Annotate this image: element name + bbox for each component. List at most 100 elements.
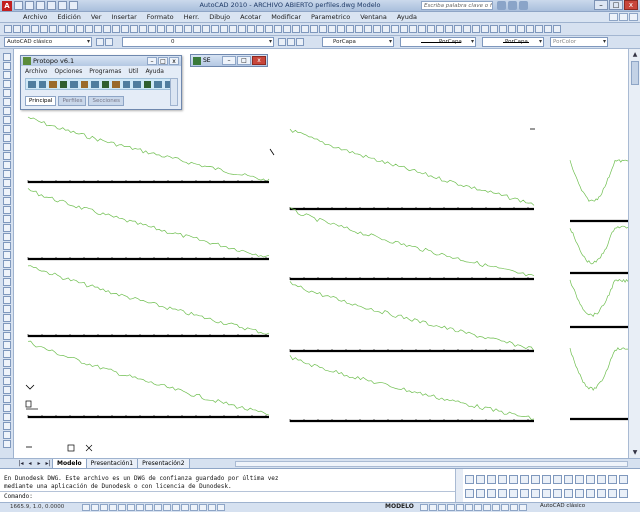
open-file-icon[interactable] [25, 1, 34, 10]
draw-tool-icon[interactable] [3, 431, 11, 439]
protopo-tool-icon[interactable] [91, 81, 99, 88]
command-window[interactable]: En Dunodesk DWG. Este archivo es un DWG … [0, 468, 640, 503]
status-tray-tool-icon[interactable] [597, 489, 606, 498]
menu-insertar[interactable]: Insertar [106, 13, 141, 21]
standard-tool-icon[interactable] [319, 25, 327, 33]
draw-tool-icon[interactable] [3, 323, 11, 331]
draw-tool-icon[interactable] [3, 224, 11, 232]
standard-tool-icon[interactable] [400, 25, 408, 33]
standard-tool-icon[interactable] [436, 25, 444, 33]
status-tray-tool-icon[interactable] [608, 489, 617, 498]
draw-tool-icon[interactable] [3, 152, 11, 160]
draw-tool-icon[interactable] [3, 215, 11, 223]
navigation-tool-icon[interactable] [519, 504, 527, 511]
draw-tool-icon[interactable] [3, 422, 11, 430]
status-tray-tool-icon[interactable] [509, 489, 518, 498]
status-tray-tool-icon[interactable] [564, 475, 573, 484]
standard-tool-icon[interactable] [283, 25, 291, 33]
standard-tool-icon[interactable] [418, 25, 426, 33]
standard-tool-icon[interactable] [382, 25, 390, 33]
draw-tool-icon[interactable] [3, 116, 11, 124]
standard-tool-icon[interactable] [364, 25, 372, 33]
standard-tool-icon[interactable] [229, 25, 237, 33]
draw-tool-icon[interactable] [3, 359, 11, 367]
protopo-tool-icon[interactable] [122, 81, 130, 88]
draw-tool-icon[interactable] [3, 350, 11, 358]
navigation-tool-icon[interactable] [456, 504, 464, 511]
tab-next-icon[interactable]: ▸ [35, 460, 43, 467]
standard-tool-icon[interactable] [328, 25, 336, 33]
status-tray-tool-icon[interactable] [608, 475, 617, 484]
draw-tool-icon[interactable] [3, 413, 11, 421]
status-tray-tool-icon[interactable] [597, 475, 606, 484]
lineweight-select[interactable]: PorCapa [482, 37, 544, 47]
draw-tool-icon[interactable] [3, 170, 11, 178]
protopo-palette[interactable]: Protopo v6.1 – □ x Archivo Opciones Prog… [20, 55, 182, 110]
save-icon[interactable] [36, 1, 45, 10]
draw-tool-icon[interactable] [3, 80, 11, 88]
standard-tool-icon[interactable] [409, 25, 417, 33]
floating-minimize-button[interactable]: – [222, 56, 236, 65]
status-tray-tool-icon[interactable] [619, 475, 628, 484]
drafting-tool-icon[interactable] [100, 504, 108, 511]
new-file-icon[interactable] [14, 1, 23, 10]
standard-tool-icon[interactable] [193, 25, 201, 33]
drafting-tool-icon[interactable] [172, 504, 180, 511]
workspace-status[interactable]: AutoCAD clásico [540, 503, 585, 509]
menu-modificar[interactable]: Modificar [266, 13, 306, 21]
standard-tool-icon[interactable] [67, 25, 75, 33]
command-prompt[interactable]: Comando: [4, 493, 33, 500]
floating-maximize-button[interactable]: □ [237, 56, 251, 65]
draw-tool-icon[interactable] [3, 260, 11, 268]
standard-tool-icon[interactable] [553, 25, 561, 33]
status-tray-tool-icon[interactable] [619, 489, 628, 498]
standard-tool-icon[interactable] [31, 25, 39, 33]
menu-formato[interactable]: Formato [142, 13, 179, 21]
protopo-tool-icon[interactable] [143, 81, 151, 88]
standard-tool-icon[interactable] [94, 25, 102, 33]
standard-tool-icon[interactable] [22, 25, 30, 33]
protopo-tool-icon[interactable] [70, 81, 78, 88]
draw-tool-icon[interactable] [3, 179, 11, 187]
standard-tool-icon[interactable] [499, 25, 507, 33]
floating-close-button[interactable]: x [252, 56, 266, 65]
draw-tool-icon[interactable] [3, 305, 11, 313]
draw-tool-icon[interactable] [3, 269, 11, 277]
standard-tool-icon[interactable] [490, 25, 498, 33]
drafting-tool-icon[interactable] [154, 504, 162, 511]
linetype-select[interactable]: PorCapa [400, 37, 476, 47]
status-tray-tool-icon[interactable] [498, 489, 507, 498]
draw-tool-icon[interactable] [3, 287, 11, 295]
standard-tool-icon[interactable] [139, 25, 147, 33]
protopo-tool-icon[interactable] [133, 81, 141, 88]
status-tray-tool-icon[interactable] [586, 489, 595, 498]
navigation-tool-icon[interactable] [447, 504, 455, 511]
draw-tool-icon[interactable] [3, 251, 11, 259]
standard-tool-icon[interactable] [211, 25, 219, 33]
drafting-tool-icon[interactable] [217, 504, 225, 511]
protopo-tab-perfiles[interactable]: Perfiles [58, 96, 87, 106]
color-select[interactable]: PorCapa [322, 37, 394, 47]
protopo-tool-icon[interactable] [101, 81, 109, 88]
menu-parametrico[interactable]: Parametrico [306, 13, 355, 21]
standard-tool-icon[interactable] [535, 25, 543, 33]
draw-tool-icon[interactable] [3, 197, 11, 205]
standard-tool-icon[interactable] [517, 25, 525, 33]
search-icon[interactable] [497, 1, 506, 10]
standard-tool-icon[interactable] [40, 25, 48, 33]
vertical-scrollbar[interactable]: ▲ ▼ [628, 49, 640, 458]
draw-tool-icon[interactable] [3, 404, 11, 412]
protopo-close-button[interactable]: x [169, 57, 179, 65]
menu-acotar[interactable]: Acotar [235, 13, 266, 21]
standard-tool-icon[interactable] [274, 25, 282, 33]
menu-ayuda[interactable]: Ayuda [392, 13, 422, 21]
draw-tool-icon[interactable] [3, 440, 11, 448]
status-tray-tool-icon[interactable] [487, 489, 496, 498]
menu-edicion[interactable]: Edición [52, 13, 86, 21]
tab-prev-icon[interactable]: ◂ [26, 460, 34, 467]
standard-tool-icon[interactable] [13, 25, 21, 33]
standard-tool-icon[interactable] [238, 25, 246, 33]
status-tray-tool-icon[interactable] [465, 489, 474, 498]
draw-tool-icon[interactable] [3, 296, 11, 304]
protopo-tool-icon[interactable] [59, 81, 67, 88]
